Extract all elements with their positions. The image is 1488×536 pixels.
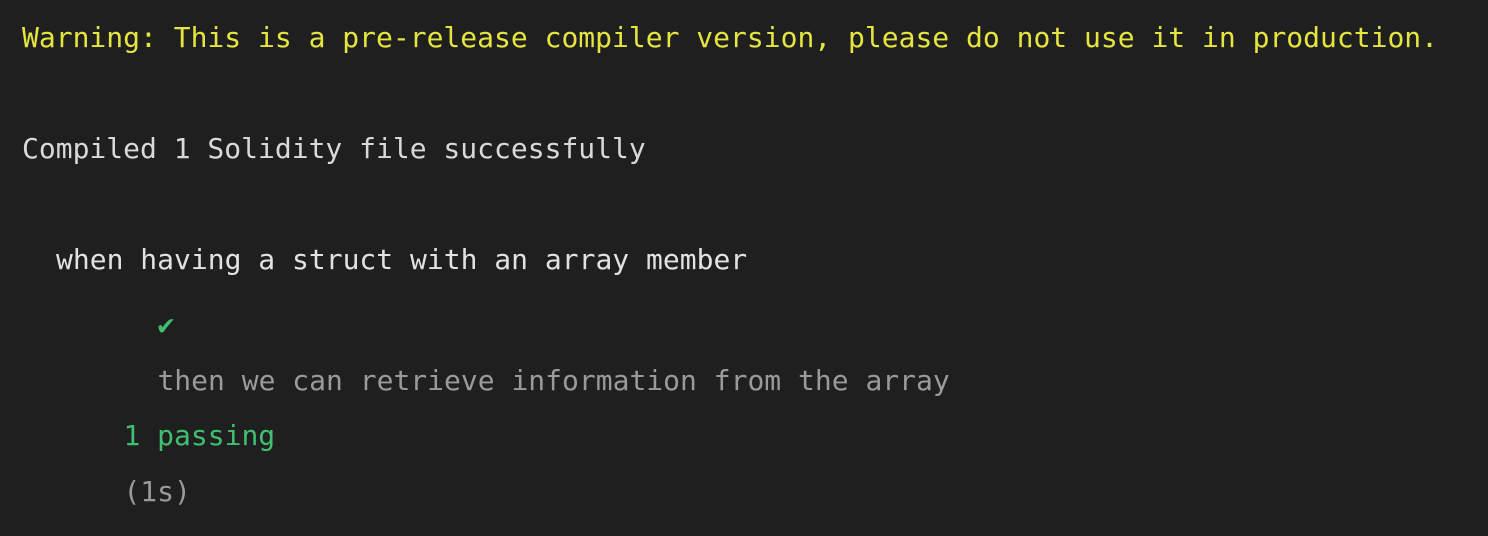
passing-count: 1 passing — [123, 419, 276, 452]
compile-status: Compiled 1 Solidity file successfully — [22, 132, 646, 165]
terminal-output: Warning: This is a pre-release compiler … — [0, 0, 1488, 506]
test-case-text: then we can retrieve information from th… — [157, 364, 950, 397]
test-duration: (1s) — [123, 475, 191, 508]
test-suite-title: when having a struct with an array membe… — [56, 243, 748, 276]
warning-message: Warning: This is a pre-release compiler … — [22, 21, 1439, 54]
test-summary: 1 passing (1s) — [56, 394, 275, 534]
